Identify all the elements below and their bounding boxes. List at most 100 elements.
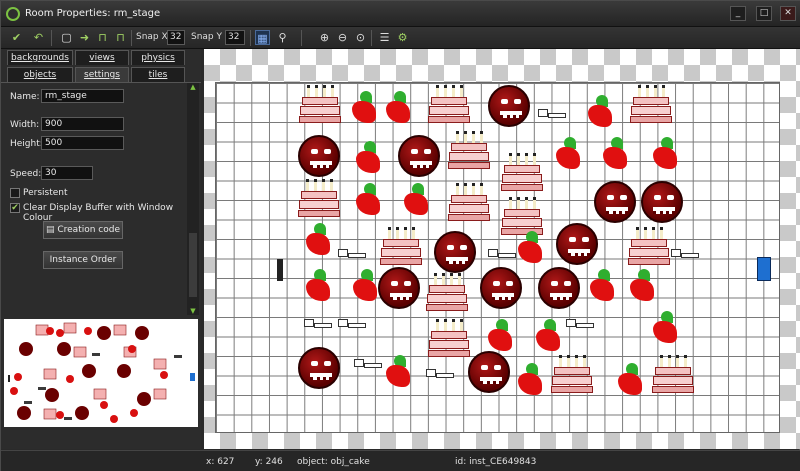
cake-instance[interactable] <box>428 315 470 357</box>
persistent-checkbox[interactable] <box>10 188 20 198</box>
devil-instance[interactable] <box>488 85 530 127</box>
devil-instance[interactable] <box>556 223 598 265</box>
cake-instance[interactable] <box>448 127 490 169</box>
snap-y-input[interactable]: 32 <box>225 30 245 45</box>
pepper-instance[interactable] <box>651 311 683 345</box>
cake-instance[interactable] <box>628 223 670 265</box>
bones-instance[interactable] <box>566 315 596 333</box>
player-instance[interactable] <box>277 259 283 281</box>
pepper-instance[interactable] <box>616 363 648 397</box>
cake-instance[interactable] <box>448 179 490 221</box>
height-field[interactable]: 500 <box>41 136 124 150</box>
pepper-instance[interactable] <box>516 231 548 265</box>
tab-physics[interactable]: physics <box>131 50 185 65</box>
pepper-instance[interactable] <box>628 269 660 303</box>
pepper-instance[interactable] <box>402 183 434 217</box>
cake-instance[interactable] <box>426 269 468 311</box>
zoom-icon[interactable]: ⚲ <box>275 30 290 45</box>
persistent-label: Persistent <box>23 188 68 198</box>
pepper-instance[interactable] <box>304 269 336 303</box>
pepper-instance[interactable] <box>354 183 386 217</box>
devil-instance[interactable] <box>434 231 476 273</box>
pepper-instance[interactable] <box>350 91 382 125</box>
pepper-instance[interactable] <box>384 91 416 125</box>
bones-instance[interactable] <box>304 315 334 333</box>
name-field[interactable]: rm_stage <box>41 89 124 103</box>
exit-door-instance[interactable] <box>757 257 771 281</box>
cake-instance[interactable] <box>501 149 543 191</box>
pepper-instance[interactable] <box>554 137 586 171</box>
zoom-in-icon[interactable]: ⊕ <box>317 30 332 45</box>
tab-tiles[interactable]: tiles <box>131 67 185 82</box>
cake-instance[interactable] <box>380 223 422 265</box>
lock-icon[interactable]: ⊓ <box>95 30 110 45</box>
list-icon[interactable]: ☰ <box>377 30 392 45</box>
devil-instance[interactable] <box>378 267 420 309</box>
snap-x-input[interactable]: 32 <box>167 30 185 45</box>
settings-icon[interactable]: ⚙ <box>395 30 410 45</box>
pepper-instance[interactable] <box>354 141 386 175</box>
tab-views[interactable]: views <box>75 50 129 65</box>
bones-instance[interactable] <box>354 355 384 373</box>
arrow-right-icon[interactable]: ➜ <box>77 30 92 45</box>
toolbar-divider <box>250 30 251 46</box>
grid-toggle-icon[interactable]: ▦ <box>255 30 270 45</box>
cake-instance[interactable] <box>428 81 470 123</box>
cake-instance[interactable] <box>501 193 543 235</box>
pepper-instance[interactable] <box>516 363 548 397</box>
pepper-instance[interactable] <box>588 269 620 303</box>
pepper-instance[interactable] <box>384 355 416 389</box>
cake-instance[interactable] <box>551 351 593 393</box>
devil-instance[interactable] <box>468 351 510 393</box>
settings-scrollbar[interactable]: ▲ ▼ <box>187 83 199 315</box>
devil-instance[interactable] <box>594 181 636 223</box>
devil-instance[interactable] <box>641 181 683 223</box>
bones-instance[interactable] <box>338 245 368 263</box>
bones-instance[interactable] <box>488 245 518 263</box>
unlock-icon[interactable]: ⊓ <box>113 30 128 45</box>
speed-label: Speed: <box>10 169 42 179</box>
zoom-out-icon[interactable]: ⊖ <box>335 30 350 45</box>
pepper-instance[interactable] <box>651 137 683 171</box>
bones-instance[interactable] <box>338 315 368 333</box>
scroll-down-icon[interactable]: ▼ <box>188 307 198 315</box>
pepper-instance[interactable] <box>304 223 336 257</box>
room-minimap[interactable] <box>4 319 198 427</box>
minimize-button[interactable]: _ <box>730 6 746 21</box>
cake-instance[interactable] <box>299 81 341 123</box>
pepper-instance[interactable] <box>486 319 518 353</box>
devil-instance[interactable] <box>298 347 340 389</box>
scroll-up-icon[interactable]: ▲ <box>188 83 198 91</box>
room-grid[interactable] <box>215 82 780 433</box>
clear-display-checkbox[interactable]: ✔ <box>10 203 20 213</box>
tab-objects[interactable]: objects <box>7 67 73 82</box>
speed-field[interactable]: 30 <box>41 166 93 180</box>
tab-backgrounds[interactable]: backgrounds <box>7 50 73 65</box>
creation-code-button[interactable]: ▤ Creation code <box>43 221 123 239</box>
bones-instance[interactable] <box>538 105 568 123</box>
pepper-instance[interactable] <box>601 137 633 171</box>
cake-instance[interactable] <box>652 351 694 393</box>
devil-instance[interactable] <box>298 135 340 177</box>
cake-instance[interactable] <box>630 81 672 123</box>
instance-order-button[interactable]: Instance Order <box>43 251 123 269</box>
undo-icon[interactable]: ↶ <box>31 30 46 45</box>
save-icon[interactable]: ▢ <box>59 30 74 45</box>
devil-instance[interactable] <box>398 135 440 177</box>
bones-instance[interactable] <box>426 365 456 383</box>
devil-instance[interactable] <box>538 267 580 309</box>
pepper-instance[interactable] <box>351 269 383 303</box>
tab-settings[interactable]: settings <box>75 67 129 82</box>
check-icon[interactable]: ✔ <box>9 30 24 45</box>
cake-instance[interactable] <box>298 175 340 217</box>
room-editor-canvas[interactable] <box>204 49 800 449</box>
close-button[interactable]: ✕ <box>780 6 796 21</box>
maximize-button[interactable]: □ <box>756 6 772 21</box>
pepper-instance[interactable] <box>534 319 566 353</box>
bones-instance[interactable] <box>671 245 701 263</box>
scrollbar-thumb[interactable] <box>189 233 197 297</box>
devil-instance[interactable] <box>480 267 522 309</box>
zoom-reset-icon[interactable]: ⊙ <box>353 30 368 45</box>
width-field[interactable]: 900 <box>41 117 124 131</box>
pepper-instance[interactable] <box>586 95 618 129</box>
